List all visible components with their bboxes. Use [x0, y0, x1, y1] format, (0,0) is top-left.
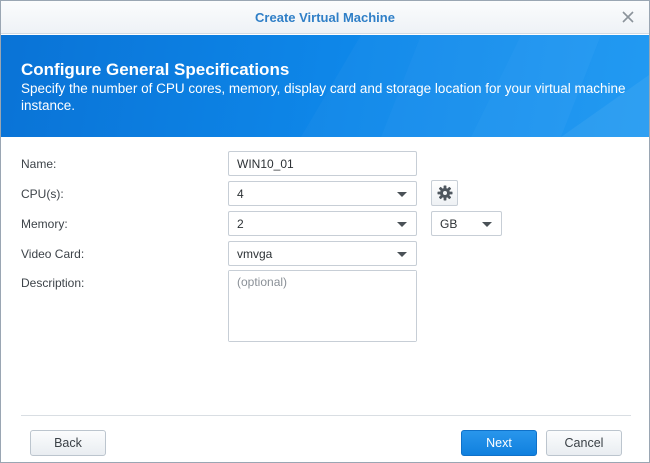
window-title: Create Virtual Machine: [255, 10, 395, 25]
name-input[interactable]: [237, 152, 416, 175]
memory-value: 2: [237, 216, 244, 231]
create-vm-dialog: Create Virtual Machine Configure General…: [0, 0, 650, 463]
chevron-down-icon: [397, 252, 407, 257]
back-button[interactable]: Back: [30, 430, 106, 456]
video-card-select[interactable]: vmvga: [228, 241, 417, 266]
cpu-label: CPU(s):: [21, 187, 64, 201]
description-label: Description:: [21, 276, 85, 290]
close-button[interactable]: [619, 8, 637, 26]
memory-unit-value: GB: [440, 216, 458, 231]
memory-label: Memory:: [21, 217, 68, 231]
video-card-value: vmvga: [237, 246, 273, 261]
cpu-select[interactable]: 4: [228, 181, 417, 206]
cancel-button[interactable]: Cancel: [546, 430, 622, 456]
description-field-wrapper: [228, 270, 417, 342]
video-card-label: Video Card:: [21, 247, 85, 261]
page-description: Specify the number of CPU cores, memory,…: [21, 81, 626, 113]
name-label: Name:: [21, 157, 57, 171]
chevron-down-icon: [397, 222, 407, 227]
gear-icon: [437, 185, 452, 201]
next-button[interactable]: Next: [461, 430, 537, 456]
description-textarea[interactable]: [229, 271, 416, 341]
memory-select[interactable]: 2: [228, 211, 417, 236]
title-bar: Create Virtual Machine: [1, 1, 649, 34]
header-banner: Configure General Specifications Specify…: [1, 35, 649, 137]
cpu-value: 4: [237, 186, 244, 201]
footer-divider: [21, 415, 631, 416]
name-field-wrapper: [228, 151, 417, 176]
page-heading: Configure General Specifications: [21, 60, 290, 79]
chevron-down-icon: [482, 222, 492, 227]
chevron-down-icon: [397, 192, 407, 197]
memory-unit-select[interactable]: GB: [431, 211, 502, 236]
close-icon: [622, 11, 634, 23]
cpu-settings-button[interactable]: [431, 180, 458, 206]
